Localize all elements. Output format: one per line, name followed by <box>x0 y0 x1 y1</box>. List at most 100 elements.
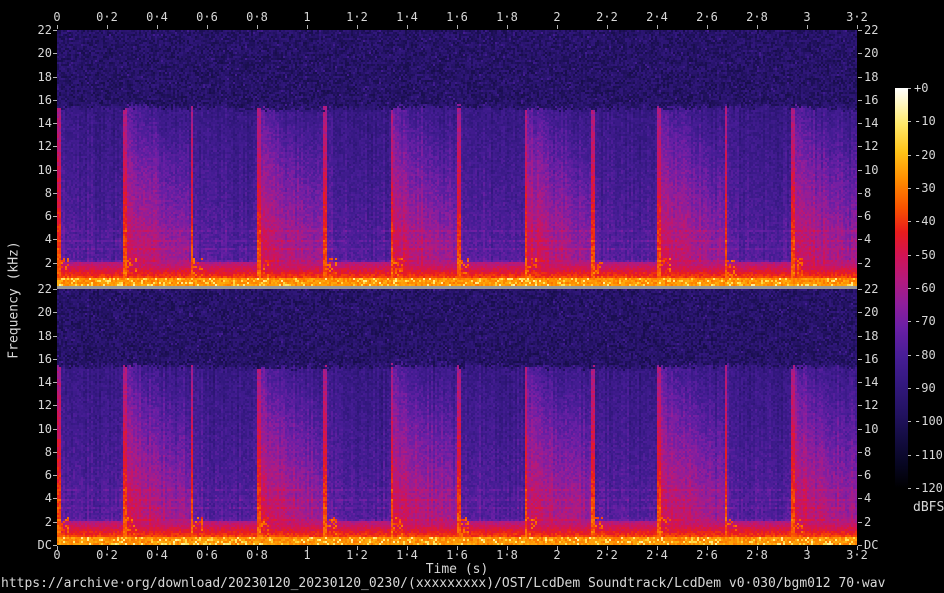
freq-tick-mark <box>858 192 862 194</box>
time-tick-mark <box>307 546 308 550</box>
time-tick-label: 2·8 <box>746 548 768 562</box>
time-tick-label: 0 <box>53 548 61 562</box>
colorbar-tick-mark <box>908 188 911 189</box>
time-tick-label: 1·8 <box>496 548 518 562</box>
time-axis-title: Time (s) <box>425 562 489 577</box>
time-tick-mark <box>357 546 358 550</box>
freq-tick-mark <box>858 53 862 55</box>
freq-tick-mark <box>858 405 862 407</box>
freq-tick-mark <box>858 335 862 337</box>
freq-tick-label: 8 <box>44 185 52 200</box>
freq-tick-label: 6 <box>44 468 52 483</box>
time-tick-label: 1·4 <box>396 548 418 562</box>
time-tick-mark <box>707 25 708 29</box>
freq-tick-mark <box>858 169 862 171</box>
freq-tick-label: 12 <box>37 398 52 413</box>
freq-tick-mark <box>858 521 862 523</box>
time-tick-mark <box>457 546 458 550</box>
time-tick-label: 2·6 <box>696 548 718 562</box>
time-tick-label: 3·2 <box>846 548 868 562</box>
time-tick-mark <box>157 25 158 29</box>
colorbar-tick-mark <box>908 388 911 389</box>
colorbar-tick-label: -20 <box>914 147 936 162</box>
colorbar-tick-mark <box>908 254 911 256</box>
colorbar-tick-mark <box>908 121 911 123</box>
colorbar-tick-mark <box>908 288 911 289</box>
freq-tick-label: 20 <box>864 46 879 61</box>
colorbar-tick-mark <box>908 454 911 456</box>
colorbar-tick-label: -10 <box>914 114 936 129</box>
freq-tick-label: 16 <box>864 92 879 107</box>
freq-tick-mark <box>53 146 57 148</box>
freq-tick-mark <box>53 521 57 523</box>
time-tick-label: 3 <box>803 10 811 24</box>
colorbar-tick-mark <box>908 354 911 356</box>
colorbar-tick-label: -90 <box>914 381 936 395</box>
freq-tick-label: 2 <box>864 514 872 529</box>
freq-tick-label: 16 <box>37 92 52 107</box>
freq-tick-label: 8 <box>44 444 52 459</box>
colorbar-tick-label: -110 <box>914 447 943 462</box>
colorbar-gradient <box>895 88 908 488</box>
time-tick-mark <box>507 25 508 29</box>
spectrogram-channel-1-canvas <box>57 30 857 286</box>
colorbar-tick-mark <box>908 421 911 423</box>
freq-tick-label: 10 <box>37 162 52 177</box>
time-tick-label: 2 <box>553 548 561 562</box>
freq-tick-mark <box>53 99 57 101</box>
time-tick-mark <box>257 25 258 29</box>
time-tick-mark <box>57 25 58 29</box>
time-tick-mark <box>357 25 358 29</box>
freq-tick-label: 22 <box>37 23 52 37</box>
freq-tick-mark <box>53 335 57 337</box>
freq-tick-label: 14 <box>37 116 52 131</box>
time-tick-label: 1·2 <box>346 548 368 562</box>
freq-tick-label: 22 <box>864 23 879 37</box>
freq-tick-label: 2 <box>864 255 872 270</box>
freq-tick-mark <box>53 498 57 500</box>
time-tick-label: 2·8 <box>746 10 768 24</box>
freq-tick-label: 18 <box>37 69 52 84</box>
time-tick-mark <box>707 546 708 550</box>
freq-tick-label: 12 <box>864 139 879 154</box>
colorbar-tick-label: +0 <box>914 81 929 95</box>
freq-tick-label: 4 <box>44 491 52 506</box>
freq-tick-mark <box>53 428 57 430</box>
freq-tick-mark <box>53 451 57 453</box>
freq-tick-label: 4 <box>864 232 872 247</box>
time-tick-label: 1 <box>303 10 311 24</box>
freq-tick-label: 10 <box>864 421 879 436</box>
freq-tick-label: 22 <box>37 282 52 296</box>
freq-tick-mark <box>858 382 862 384</box>
time-tick-label: 0·8 <box>246 548 268 562</box>
time-tick-label: 2·4 <box>646 10 668 24</box>
time-tick-mark <box>557 546 558 550</box>
time-tick-label: 0 <box>53 10 61 24</box>
time-tick-mark <box>207 25 208 29</box>
colorbar-tick-label: -40 <box>914 214 936 229</box>
freq-tick-label: 4 <box>44 232 52 247</box>
time-tick-label: 3·2 <box>846 10 868 24</box>
time-tick-label: 0·2 <box>96 10 118 24</box>
time-tick-label: 2 <box>553 10 561 24</box>
freq-tick-label: 6 <box>864 209 872 224</box>
colorbar-tick-mark <box>908 88 911 89</box>
time-tick-mark <box>307 25 308 29</box>
colorbar-tick-label: -50 <box>914 247 936 262</box>
time-tick-mark <box>507 546 508 550</box>
time-tick-label: 2·2 <box>596 548 618 562</box>
time-tick-label: 2·6 <box>696 10 718 24</box>
time-tick-mark <box>157 546 158 550</box>
freq-tick-mark <box>53 405 57 407</box>
time-tick-label: 1 <box>303 548 311 562</box>
time-tick-label: 0·6 <box>196 548 218 562</box>
freq-tick-label: 16 <box>864 351 879 366</box>
time-tick-label: 1·6 <box>446 10 468 24</box>
freq-tick-mark <box>858 545 862 546</box>
freq-tick-label: 10 <box>37 421 52 436</box>
time-tick-label: 3 <box>803 548 811 562</box>
freq-tick-label: 14 <box>864 375 879 390</box>
colorbar-tick-label: -70 <box>914 314 936 329</box>
freq-tick-mark <box>858 123 862 125</box>
freq-tick-mark <box>53 76 57 78</box>
